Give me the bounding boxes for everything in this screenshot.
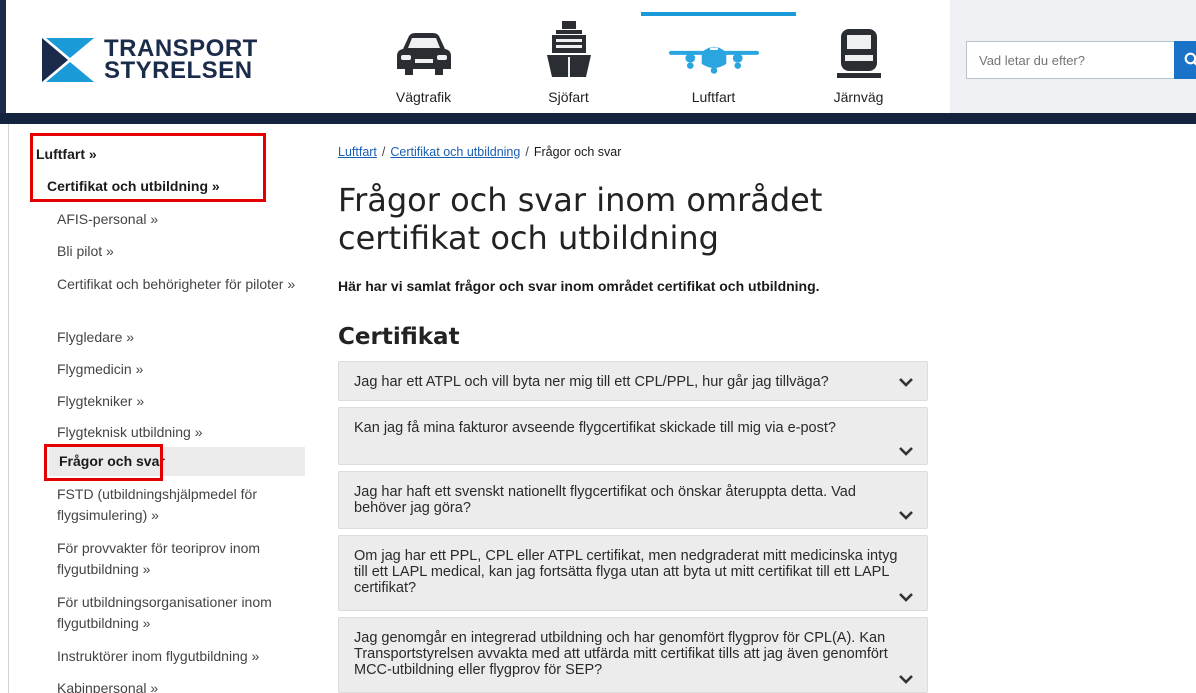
- sidebar-item-flygteknisk-utbildning[interactable]: Flygteknisk utbildning »: [57, 422, 297, 443]
- sidebar-item-flygmedicin[interactable]: Flygmedicin »: [57, 359, 297, 380]
- faq-item-3[interactable]: Jag har haft ett svenskt nationellt flyg…: [338, 471, 928, 529]
- sidebar-item-certifikat-piloter[interactable]: Certifikat och behörigheter för piloter …: [57, 274, 297, 295]
- chevron-down-icon: [899, 378, 913, 387]
- sidebar-item-afis-personal[interactable]: AFIS-personal »: [57, 209, 297, 230]
- main-nav: Vägtrafik Sjöfart Luftfart Järnväg: [351, 0, 931, 113]
- chevron-down-icon: [899, 593, 913, 602]
- breadcrumb-separator: /: [525, 145, 529, 159]
- search-button[interactable]: [1174, 41, 1196, 79]
- logo-text: TRANSPORT STYRELSEN: [104, 37, 258, 84]
- faq-question: Jag har haft ett svenskt nationellt flyg…: [354, 484, 856, 516]
- nav-vagtrafik[interactable]: Vägtrafik: [351, 0, 496, 113]
- sidebar-item-bli-pilot[interactable]: Bli pilot »: [57, 241, 297, 262]
- logo-line-2: STYRELSEN: [104, 57, 253, 84]
- sidebar-item-utbildningsorganisationer[interactable]: För utbildningsorganisationer inom flygu…: [57, 592, 297, 634]
- header-bottom-bar: [0, 113, 1196, 124]
- nav-label-luftfart: Luftfart: [691, 89, 736, 105]
- search-input[interactable]: [966, 41, 1176, 79]
- breadcrumb-separator: /: [381, 145, 386, 159]
- faq-item-5[interactable]: Jag genomgår en integrerad utbildning oc…: [338, 617, 928, 693]
- sidebar-item-kabinpersonal[interactable]: Kabinpersonal »: [57, 678, 297, 693]
- breadcrumb-link-luftfart[interactable]: Luftfart: [338, 145, 377, 159]
- faq-item-4[interactable]: Om jag har ett PPL, CPL eller ATPL certi…: [338, 535, 928, 611]
- breadcrumb-link-certifikat[interactable]: Certifikat och utbildning: [390, 145, 520, 159]
- nav-label-jarnvag: Järnväg: [833, 89, 884, 105]
- sidebar-item-provvakter[interactable]: För provvakter för teoriprov inom flygut…: [57, 538, 297, 580]
- breadcrumb-current: Frågor och svar: [533, 145, 622, 159]
- page-intro: Här har vi samlat frågor och svar inom o…: [338, 278, 820, 294]
- nav-sjofart[interactable]: Sjöfart: [496, 0, 641, 113]
- ship-icon: [524, 19, 614, 79]
- logo-mark-icon: [42, 38, 94, 82]
- sidebar-item-certifikat-och-utbildning[interactable]: Certifikat och utbildning »: [47, 176, 220, 197]
- chevron-down-icon: [899, 511, 913, 520]
- faq-question: Jag genomgår en integrerad utbildning oc…: [354, 630, 888, 678]
- sidebar-item-fragor-och-svar[interactable]: Frågor och svar: [49, 447, 305, 476]
- page-title: Frågor och svar inom området certifikat …: [338, 181, 823, 257]
- sidebar-nav: Luftfart » Certifikat och utbildning » A…: [8, 124, 308, 693]
- airplane-icon: [668, 19, 759, 79]
- nav-jarnvag[interactable]: Järnväg: [786, 0, 931, 113]
- train-icon: [814, 19, 904, 79]
- sidebar-item-flygledare[interactable]: Flygledare »: [57, 327, 297, 348]
- section-heading-certifikat: Certifikat: [338, 324, 460, 350]
- sidebar-item-flygtekniker[interactable]: Flygtekniker »: [57, 391, 297, 412]
- sidebar-item-fstd[interactable]: FSTD (utbildningshjälpmedel för flygsimu…: [57, 484, 297, 526]
- nav-luftfart[interactable]: Luftfart: [641, 0, 796, 113]
- sidebar-item-instruktorer[interactable]: Instruktörer inom flygutbildning »: [57, 646, 297, 667]
- faq-item-1[interactable]: Jag har ett ATPL och vill byta ner mig t…: [338, 361, 928, 401]
- site-header: TRANSPORT STYRELSEN Vägtrafik Sjöfart Lu…: [0, 0, 1196, 120]
- search-area: [950, 0, 1196, 113]
- faq-question: Jag har ett ATPL och vill byta ner mig t…: [354, 374, 829, 390]
- nav-label-sjofart: Sjöfart: [548, 89, 589, 105]
- breadcrumb: Luftfart / Certifikat och utbildning / Frågo…: [338, 145, 621, 159]
- chevron-down-icon: [899, 447, 913, 456]
- car-icon: [379, 19, 469, 79]
- search-icon: [1184, 52, 1196, 66]
- faq-question: Kan jag få mina fakturor avseende flygce…: [354, 420, 836, 436]
- transportstyrelsen-logo[interactable]: TRANSPORT STYRELSEN: [42, 37, 258, 84]
- nav-label-vagtrafik: Vägtrafik: [395, 89, 452, 105]
- faq-question: Om jag har ett PPL, CPL eller ATPL certi…: [354, 548, 898, 596]
- faq-item-2[interactable]: Kan jag få mina fakturor avseende flygce…: [338, 407, 928, 465]
- sidebar-item-luftfart[interactable]: Luftfart »: [36, 144, 97, 165]
- chevron-down-icon: [899, 675, 913, 684]
